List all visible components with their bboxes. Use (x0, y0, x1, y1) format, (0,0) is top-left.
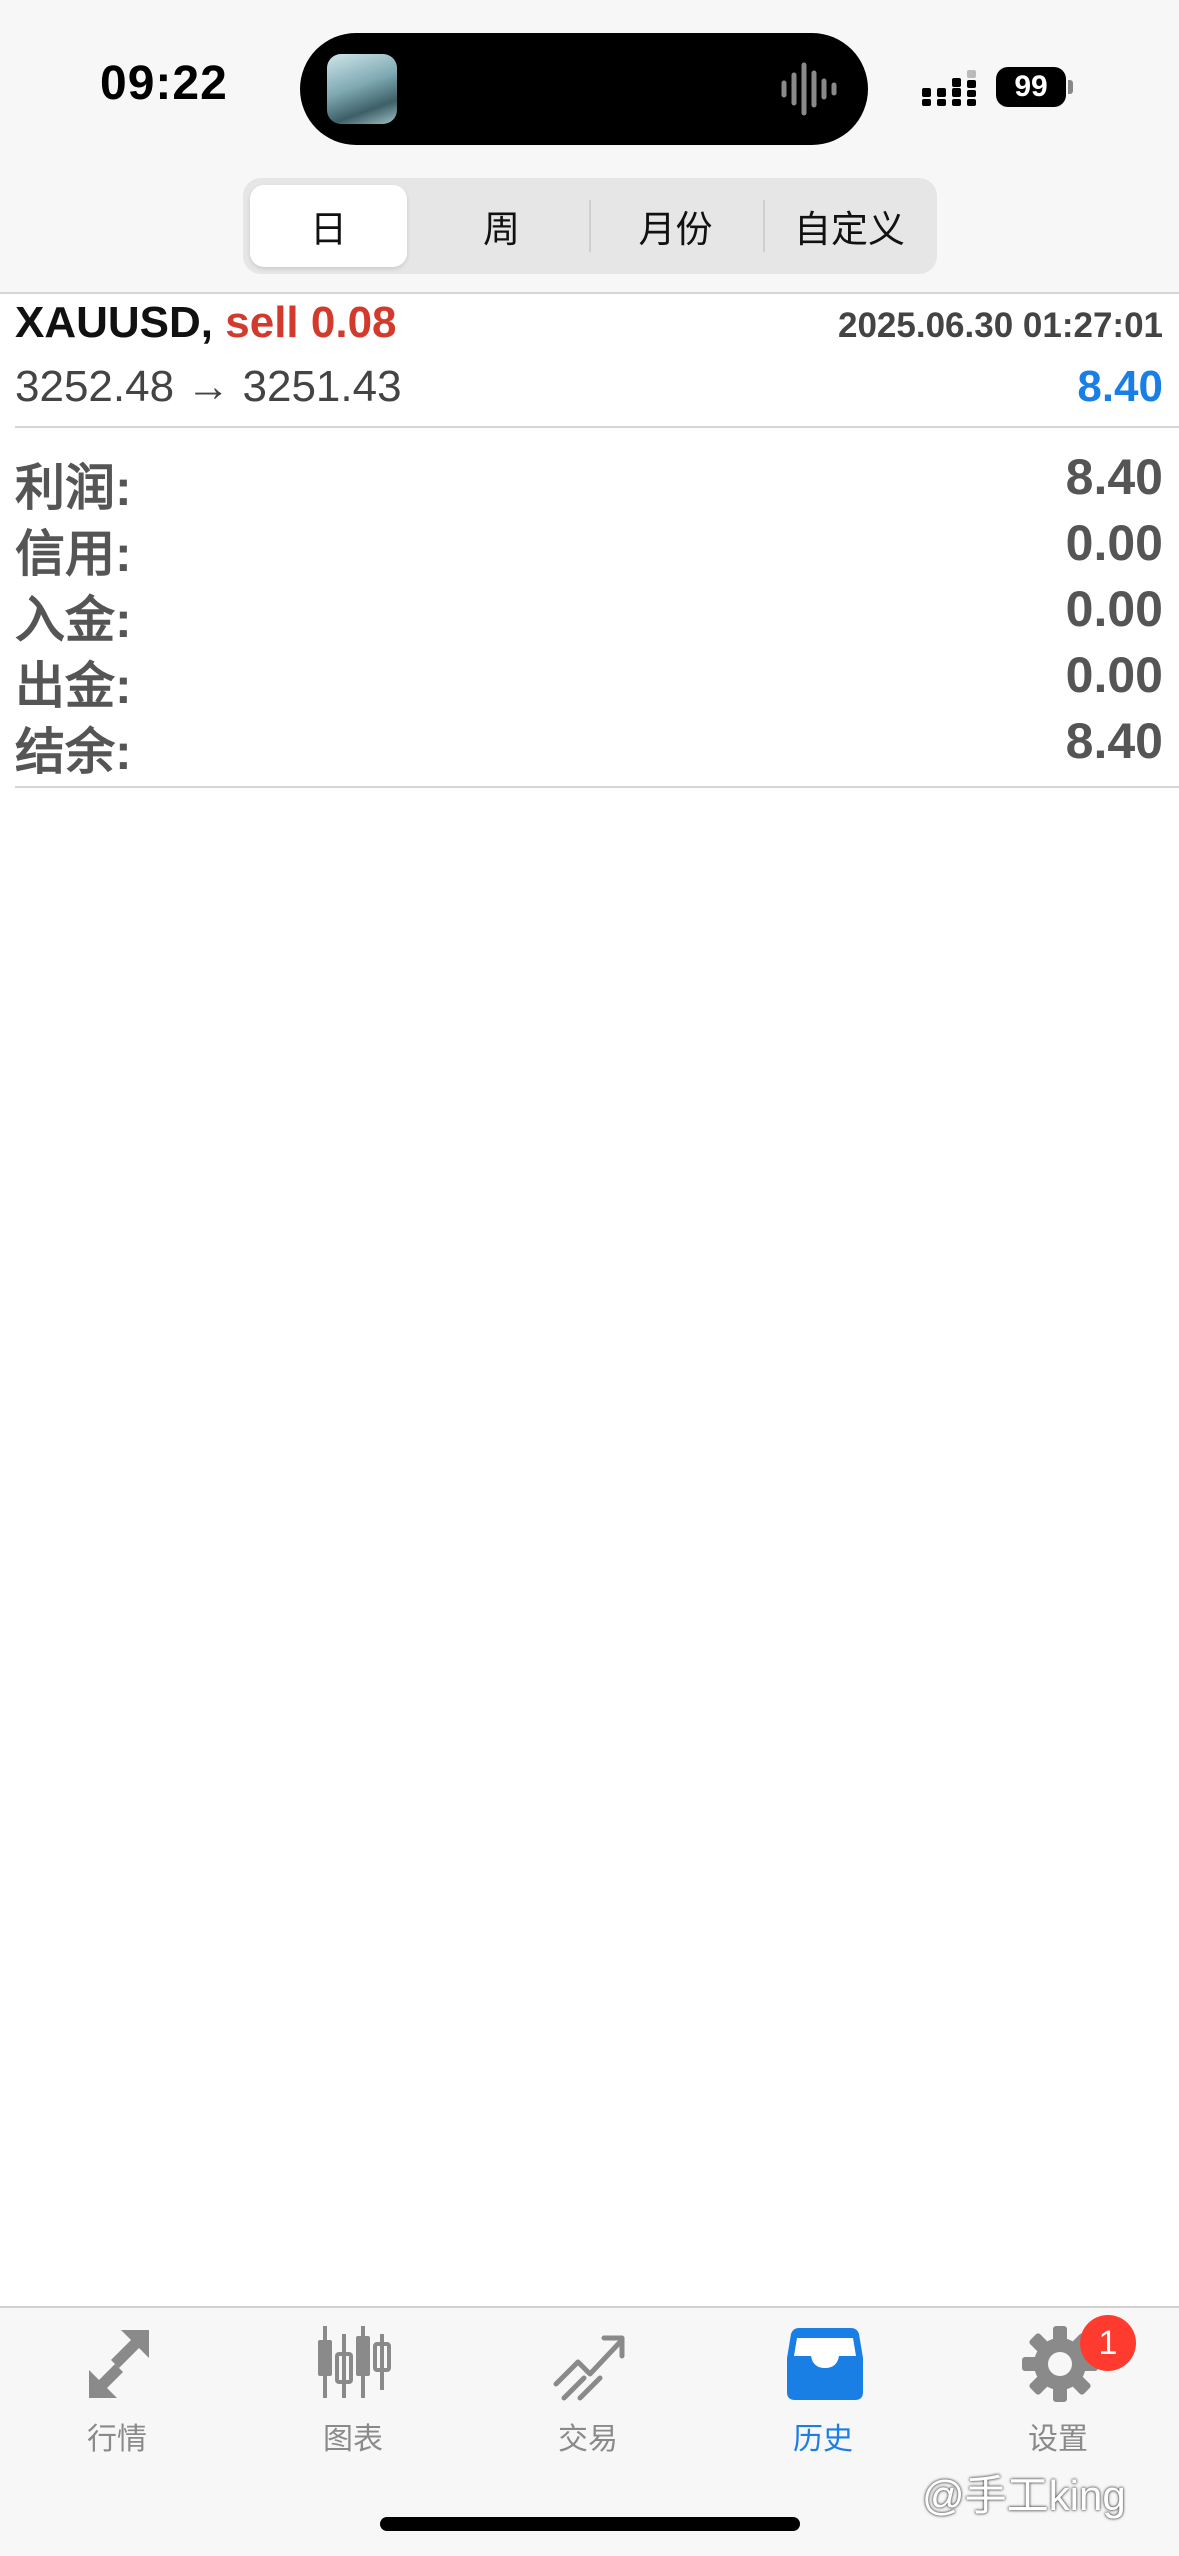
watermark: @手工king (922, 2472, 1126, 2519)
trade-side-volume: sell 0.08 (225, 298, 397, 347)
tab-label: 设置 (1028, 2423, 1088, 2456)
battery-indicator: 99 (996, 67, 1066, 107)
header-divider (0, 292, 1179, 294)
tab-chart[interactable]: 图表 (253, 2320, 453, 2460)
summary-label: 结余: (15, 724, 132, 780)
audio-waveform-icon (781, 62, 837, 116)
period-segmented-control: 日 周 月份 自定义 (243, 178, 937, 274)
home-indicator[interactable] (380, 2517, 800, 2531)
tab-label: 图表 (323, 2423, 383, 2456)
app-avatar-icon (327, 54, 397, 124)
signal-strength-icon (922, 70, 976, 106)
battery-tip (1068, 80, 1073, 94)
summary-deposit-row: 入金: 0.00 (15, 580, 1163, 648)
trade-datetime: 2025.06.30 01:27:01 (838, 306, 1163, 345)
summary-withdrawal-row: 出金: 0.00 (15, 646, 1163, 714)
summary-profit-row: 利润: 8.40 (15, 448, 1163, 516)
tab-trade[interactable]: 交易 (488, 2320, 688, 2460)
trade-prices: 3252.48 → 3251.43 (15, 362, 402, 411)
summary-value: 0.00 (1065, 515, 1163, 571)
quotes-arrows-icon (89, 2330, 149, 2398)
summary-value: 8.40 (1065, 449, 1163, 505)
tab-month[interactable]: 月份 (593, 185, 758, 267)
tab-week[interactable]: 周 (419, 185, 584, 267)
dynamic-island[interactable] (300, 33, 868, 145)
summary-label: 入金: (15, 592, 132, 648)
summary-balance-row: 结余: 8.40 (15, 712, 1163, 780)
summary-value: 0.00 (1065, 581, 1163, 637)
tab-quotes[interactable]: 行情 (17, 2320, 217, 2460)
summary-divider (15, 786, 1179, 788)
trade-divider (15, 426, 1179, 428)
trade-trend-icon (553, 2335, 625, 2401)
segment-divider (589, 200, 591, 252)
trade-symbol-line: XAUUSD, sell 0.08 (15, 298, 397, 348)
trade-symbol: XAUUSD, (15, 298, 214, 347)
status-time: 09:22 (100, 57, 228, 110)
tab-day[interactable]: 日 (250, 185, 407, 267)
tab-label: 交易 (558, 2423, 618, 2456)
summary-value: 8.40 (1065, 713, 1163, 769)
settings-notification-badge: 1 (1080, 2315, 1136, 2371)
tab-label: 行情 (87, 2423, 147, 2456)
tab-custom[interactable]: 自定义 (767, 185, 932, 267)
segment-divider (763, 200, 765, 252)
tab-history[interactable]: 历史 (723, 2320, 923, 2460)
summary-label: 利润: (15, 460, 132, 516)
candlestick-chart-icon (318, 2326, 391, 2398)
summary-value: 0.00 (1065, 647, 1163, 703)
summary-credit-row: 信用: 0.00 (15, 514, 1163, 582)
tab-label: 历史 (793, 2423, 853, 2456)
summary-label: 出金: (15, 658, 132, 714)
inbox-tray-icon (787, 2328, 863, 2400)
trade-profit: 8.40 (1077, 362, 1163, 411)
tabbar-divider (0, 2306, 1179, 2308)
summary-label: 信用: (15, 526, 132, 582)
